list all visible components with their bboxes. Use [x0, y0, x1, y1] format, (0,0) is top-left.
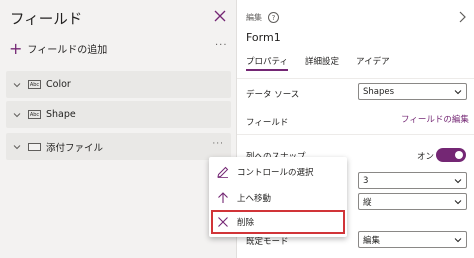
form-fields-editor: フィールド + フィールドの追加 ··· Abc Color Abc Shape [0, 0, 474, 258]
close-icon[interactable] [213, 9, 227, 23]
field-card-attachments[interactable]: 添付ファイル ··· [6, 133, 231, 160]
text-type-icon: Abc [28, 80, 41, 89]
layout-dropdown[interactable]: 縦 [358, 193, 467, 210]
attachment-type-icon [28, 142, 41, 151]
columns-value: 3 [363, 175, 369, 186]
close-icon [218, 217, 228, 227]
field-card-shape[interactable]: Abc Shape [6, 101, 231, 128]
fields-pane-title: フィールド [10, 12, 83, 28]
data-source-value: Shapes [363, 86, 395, 97]
chevron-down-icon [454, 179, 462, 184]
columns-dropdown[interactable]: 3 [358, 172, 467, 189]
data-source-label: データ ソース [246, 90, 300, 100]
arrow-up-icon [218, 191, 228, 203]
layout-value: 縦 [363, 197, 372, 208]
menu-item-delete[interactable]: 削除 [211, 210, 345, 234]
chevron-down-icon[interactable] [12, 142, 22, 152]
chevron-down-icon[interactable] [12, 110, 22, 120]
chevron-down-icon[interactable] [12, 80, 22, 90]
fields-pane: フィールド + フィールドの追加 ··· Abc Color Abc Shape [0, 0, 236, 258]
divider [237, 134, 474, 135]
more-options-icon[interactable]: ··· [212, 139, 224, 149]
field-name: Shape [46, 109, 76, 120]
default-mode-dropdown[interactable]: 編集 [358, 231, 467, 248]
plus-icon: + [9, 38, 23, 58]
text-type-icon: Abc [28, 110, 41, 119]
chevron-down-icon [454, 200, 462, 205]
edit-fields-link[interactable]: フィールドの編集 [401, 113, 469, 125]
field-card-color[interactable]: Abc Color [6, 71, 231, 98]
property-tabs: プロパティ 詳細設定 アイデア [246, 55, 407, 71]
tab-advanced[interactable]: 詳細設定 [305, 55, 339, 71]
form-name: Form1 [246, 31, 281, 44]
chevron-right-icon[interactable] [458, 11, 467, 23]
toggle-knob [455, 151, 463, 159]
field-name: 添付ファイル [46, 142, 104, 154]
more-options-icon[interactable]: ··· [215, 40, 228, 51]
snap-toggle[interactable] [436, 148, 466, 162]
help-icon[interactable]: ? [268, 12, 279, 23]
snap-toggle-label: オン [417, 152, 435, 162]
default-mode-value: 編集 [363, 235, 381, 246]
tab-properties[interactable]: プロパティ [246, 55, 288, 71]
menu-item-label: 削除 [237, 218, 255, 228]
edit-icon [217, 166, 229, 178]
add-field-label: フィールドの追加 [27, 45, 108, 56]
section-header: 編集 ? [246, 12, 279, 23]
add-field-button[interactable]: + フィールドの追加 [9, 38, 108, 58]
section-label: 編集 [246, 13, 262, 22]
tab-ideas[interactable]: アイデア [356, 55, 390, 71]
field-context-menu: コントロールの選択 上へ移動 削除 [209, 157, 347, 237]
fields-label: フィールド [246, 118, 289, 128]
menu-item-move-up[interactable]: 上へ移動 [209, 185, 347, 210]
field-name: Color [46, 79, 71, 90]
chevron-down-icon [454, 238, 462, 243]
data-source-dropdown[interactable]: Shapes [358, 83, 467, 100]
menu-item-label: コントロールの選択 [237, 167, 314, 178]
menu-item-select-control[interactable]: コントロールの選択 [209, 159, 347, 184]
chevron-down-icon [454, 90, 462, 95]
divider [237, 78, 474, 79]
menu-item-label: 上へ移動 [237, 193, 272, 204]
